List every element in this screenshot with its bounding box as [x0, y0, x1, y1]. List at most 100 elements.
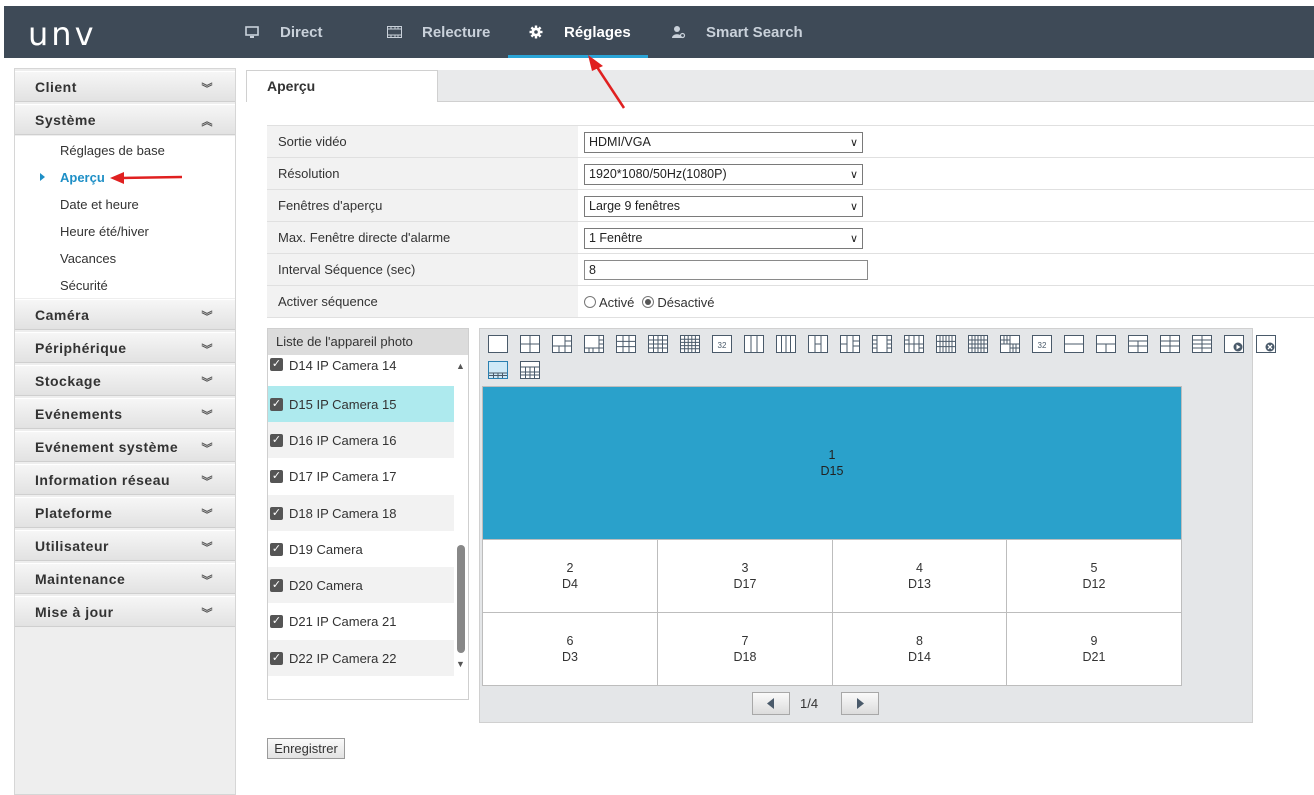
layout-8-icon[interactable]: [584, 335, 604, 353]
sidebar-section-information-reseau[interactable]: Information réseau ︾: [15, 464, 235, 495]
checkbox-checked[interactable]: ✓: [270, 578, 283, 592]
sidebar-section-systeme[interactable]: Système ︽: [15, 104, 235, 135]
chevron-down-icon: ︾: [201, 311, 213, 323]
layout-32b-icon[interactable]: [1000, 335, 1020, 353]
layout-split-v-icon[interactable]: [808, 335, 828, 353]
radio-inactive[interactable]: [642, 296, 655, 308]
camera-list-item[interactable]: ✓ D19 Camera: [268, 531, 454, 567]
nav-reglages[interactable]: Réglages: [528, 6, 631, 58]
sidebar-item-apercu[interactable]: Aperçu: [60, 170, 105, 185]
camera-list-item[interactable]: ✓ D18 IP Camera 18: [268, 495, 454, 531]
camera-list-item[interactable]: ✓ D17 IP Camera 17: [268, 458, 454, 494]
layout-32-icon[interactable]: 32: [712, 335, 732, 353]
nav-smart-search[interactable]: Smart Search: [670, 6, 803, 58]
layout-custom-add-icon[interactable]: [1224, 335, 1244, 353]
sidebar-section-client[interactable]: Client ︾: [15, 71, 235, 102]
sidebar-section-plateforme[interactable]: Plateforme ︾: [15, 497, 235, 528]
logo-text: UNV: [28, 15, 97, 53]
layout-9-icon[interactable]: [616, 335, 636, 353]
checkbox-checked[interactable]: ✓: [270, 506, 283, 520]
checkbox-checked[interactable]: ✓: [270, 358, 283, 371]
layout-3col-icon[interactable]: [744, 335, 764, 353]
layout-3row-icon[interactable]: [1096, 335, 1116, 353]
scroll-thumb[interactable]: [457, 545, 465, 653]
layout-center-icon[interactable]: [872, 335, 892, 353]
camera-list-item[interactable]: ✓ D20 Camera: [268, 567, 454, 603]
previous-page-button[interactable]: [752, 692, 790, 715]
sidebar-item-date-et-heure[interactable]: Date et heure: [60, 197, 139, 212]
layout-large9-icon[interactable]: [488, 361, 508, 379]
sidebar-section-utilisateur[interactable]: Utilisateur ︾: [15, 530, 235, 561]
preview-window-3[interactable]: 3 D17: [658, 540, 833, 613]
layout-6-icon[interactable]: [552, 335, 572, 353]
checkbox-checked[interactable]: ✓: [270, 651, 283, 665]
camera-list-scrollbar[interactable]: ▲ ▼: [454, 355, 468, 673]
next-page-button[interactable]: [841, 692, 879, 715]
layout-2rowb-icon[interactable]: [1064, 335, 1084, 353]
scroll-up-arrow-icon[interactable]: ▲: [456, 361, 465, 371]
layout-4row-icon[interactable]: [1160, 335, 1180, 353]
preview-window-8[interactable]: 8 D14: [833, 613, 1007, 685]
preview-window-5[interactable]: 5 D12: [1007, 540, 1181, 613]
max-alarm-window-select[interactable]: 1 Fenêtre ∨: [584, 228, 863, 249]
layout-mixed-icon[interactable]: [904, 335, 924, 353]
chevron-down-icon: ︾: [201, 410, 213, 422]
layout-custom-add-icon[interactable]: [1192, 335, 1212, 353]
checkbox-checked[interactable]: ✓: [270, 469, 283, 483]
sidebar-section-maintenance[interactable]: Maintenance ︾: [15, 563, 235, 594]
nav-direct[interactable]: Direct: [244, 6, 323, 58]
camera-list-item[interactable]: ✓ D16 IP Camera 16: [268, 422, 454, 458]
preview-window-7[interactable]: 7 D18: [658, 613, 833, 685]
checkbox-checked[interactable]: ✓: [270, 397, 283, 411]
preview-window-2[interactable]: 2 D4: [483, 540, 658, 613]
layout-1-icon[interactable]: [488, 335, 508, 353]
layout-custom-del-icon[interactable]: [1256, 335, 1276, 353]
sidebar-section-camera[interactable]: Caméra ︾: [15, 299, 235, 330]
active-nav-indicator: [508, 55, 648, 58]
preview-window-9[interactable]: 9 D21: [1007, 613, 1181, 685]
checkbox-checked[interactable]: ✓: [270, 542, 283, 556]
camera-list-item[interactable]: ✓ D21 IP Camera 21: [268, 603, 454, 639]
camera-list-item[interactable]: ✓ D14 IP Camera 14: [268, 355, 454, 377]
sidebar-section-evenement-systeme[interactable]: Evénement système ︾: [15, 431, 235, 462]
layout-16-icon[interactable]: [648, 335, 668, 353]
layout-many-icon[interactable]: [936, 335, 956, 353]
radio-inactive-label[interactable]: Désactivé: [657, 295, 714, 310]
sequence-interval-input[interactable]: 8: [584, 260, 868, 280]
preview-window-6[interactable]: 6 D3: [483, 613, 658, 685]
sidebar-section-stockage[interactable]: Stockage ︾: [15, 365, 235, 396]
layout-split-grid-icon[interactable]: [840, 335, 860, 353]
layout-4col-icon[interactable]: [776, 335, 796, 353]
chevron-down-icon: ∨: [849, 137, 858, 149]
monitor-icon: [244, 24, 260, 40]
preview-window-1[interactable]: 1 D15: [483, 387, 1181, 540]
nav-relecture[interactable]: Relecture: [386, 6, 490, 58]
scroll-down-arrow-icon[interactable]: ▼: [456, 659, 465, 669]
checkbox-checked[interactable]: ✓: [270, 614, 283, 628]
sidebar-section-peripherique[interactable]: Périphérique ︾: [15, 332, 235, 363]
sidebar-section-mise-a-jour[interactable]: Mise à jour ︾: [15, 596, 235, 627]
triangle-left-icon: [767, 698, 774, 709]
video-output-select[interactable]: HDMI/VGA ∨: [584, 132, 863, 153]
save-button[interactable]: Enregistrer: [267, 738, 345, 759]
resolution-select[interactable]: 1920*1080/50Hz(1080P) ∨: [584, 164, 863, 185]
camera-list-item[interactable]: ✓ D22 IP Camera 22: [268, 640, 454, 676]
camera-list-item-selected[interactable]: ✓ D15 IP Camera 15: [268, 386, 454, 422]
layout-25-icon[interactable]: [680, 335, 700, 353]
sidebar-item-heure-ete-hiver[interactable]: Heure été/hiver: [60, 224, 149, 239]
layout-2row-icon[interactable]: 32: [1032, 335, 1052, 353]
radio-active[interactable]: [584, 296, 596, 308]
sidebar-section-evenements[interactable]: Evénements ︾: [15, 398, 235, 429]
tab-apercu[interactable]: Aperçu: [246, 70, 438, 102]
preview-windows-select[interactable]: Large 9 fenêtres ∨: [584, 196, 863, 217]
sidebar-item-vacances[interactable]: Vacances: [60, 251, 116, 266]
sidebar-item-securite[interactable]: Sécurité: [60, 278, 108, 293]
checkbox-checked[interactable]: ✓: [270, 433, 283, 447]
preview-window-4[interactable]: 4 D13: [833, 540, 1007, 613]
layout-dense-icon[interactable]: [968, 335, 988, 353]
layout-3rowb-icon[interactable]: [1128, 335, 1148, 353]
sidebar-item-reglages-de-base[interactable]: Réglages de base: [60, 143, 165, 158]
radio-active-label[interactable]: Activé: [599, 295, 634, 310]
layout-4-icon[interactable]: [520, 335, 540, 353]
layout-grid-icon[interactable]: [520, 361, 540, 379]
